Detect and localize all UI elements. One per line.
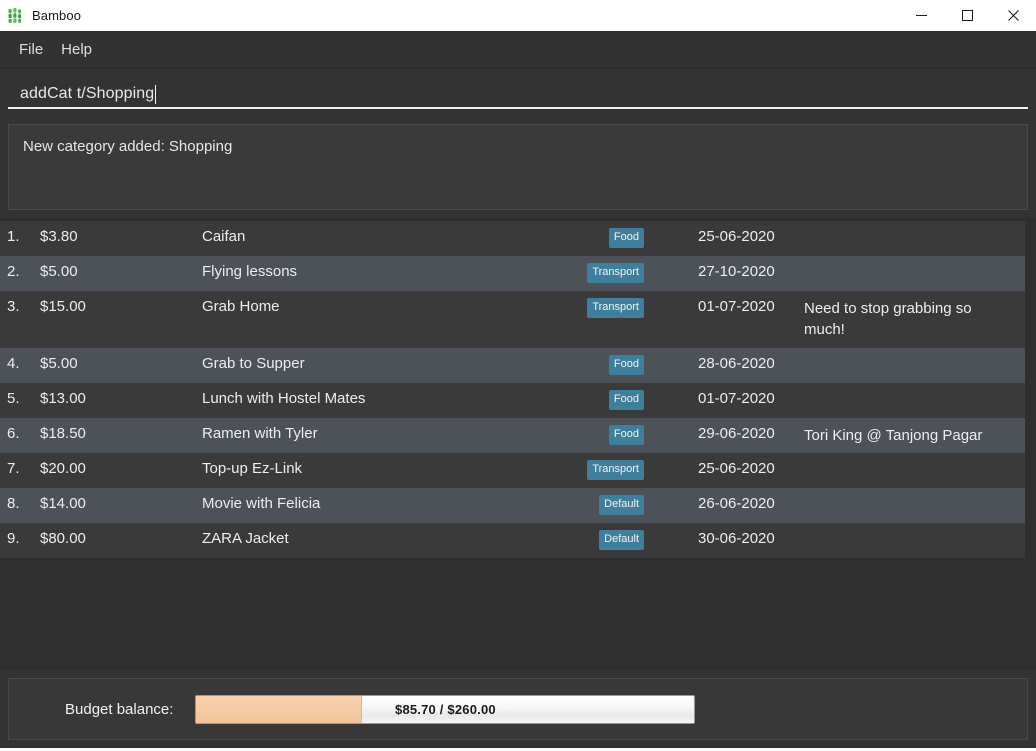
category-tag: Default: [599, 529, 644, 550]
category-tag: Food: [608, 389, 644, 410]
expense-amount: $3.80: [40, 228, 78, 245]
maximize-icon: [961, 10, 973, 21]
result-display-area: New category added: Shopping: [0, 114, 1036, 218]
menubar: File Help: [0, 31, 1036, 69]
titlebar-left-group: Bamboo: [0, 7, 81, 25]
expense-amount: $20.00: [40, 459, 86, 477]
expense-index: 9.: [7, 529, 20, 547]
expense-tag-cell: Transport: [584, 263, 644, 283]
budget-progress-bar: $85.70 / $260.00: [195, 694, 696, 724]
table-row[interactable]: 3. $15.00 Grab Home Transport 01-07-2020 Need…: [0, 291, 1025, 348]
expense-description: Ramen with Tyler: [202, 424, 318, 442]
expense-index: 6.: [7, 424, 20, 442]
expense-description: ZARA Jacket: [202, 529, 289, 547]
expense-tag-cell: Default: [584, 494, 644, 515]
expense-tag-cell: Transport: [584, 459, 644, 480]
category-tag: Transport: [587, 263, 644, 283]
minimize-icon: [915, 15, 927, 16]
expense-list[interactable]: 1. $3.80 Caifan Food 25-06-2020 2. $5.00 Flying…: [0, 221, 1036, 666]
category-tag: Food: [608, 228, 644, 248]
menu-item-file[interactable]: File: [10, 37, 52, 62]
budget-balance-label: Budget balance:: [65, 700, 174, 718]
expense-tag-cell: Food: [584, 424, 644, 445]
category-tag: Default: [599, 494, 644, 515]
expense-index: 5.: [7, 389, 20, 407]
budget-footer: Budget balance: $85.70 / $260.00: [0, 670, 1036, 748]
table-row[interactable]: 6. $18.50 Ramen with Tyler Food 29-06-2020 To…: [0, 417, 1025, 453]
result-display-box: New category added: Shopping: [8, 124, 1028, 210]
table-row[interactable]: 4. $5.00 Grab to Supper Food 28-06-2020: [0, 347, 1025, 383]
expense-description: Grab Home: [202, 298, 280, 315]
table-row[interactable]: 1. $3.80 Caifan Food 25-06-2020: [0, 221, 1025, 256]
expense-description: Lunch with Hostel Mates: [202, 389, 366, 407]
expense-index: 2.: [7, 263, 20, 280]
result-message: New category added: Shopping: [23, 138, 233, 155]
command-input-value: addCat t/Shopping: [20, 85, 155, 102]
category-tag: Transport: [587, 298, 644, 318]
expense-date: 26-06-2020: [698, 494, 775, 512]
expense-amount: $18.50: [40, 424, 86, 442]
expense-date: 01-07-2020: [698, 389, 775, 407]
expense-index: 4.: [7, 354, 20, 372]
command-input-area: addCat t/Shopping: [0, 69, 1036, 114]
window-controls: [898, 0, 1036, 31]
expense-tag-cell: Food: [584, 354, 644, 375]
maximize-button[interactable]: [944, 0, 990, 31]
expense-amount: $5.00: [40, 354, 78, 372]
command-input[interactable]: addCat t/Shopping: [8, 81, 1028, 109]
expense-tag-cell: Food: [584, 228, 644, 248]
table-row[interactable]: 2. $5.00 Flying lessons Transport 27-10-2020: [0, 256, 1025, 291]
expense-description: Flying lessons: [202, 263, 298, 280]
table-row[interactable]: 9. $80.00 ZARA Jacket Default 30-06-2020: [0, 522, 1025, 558]
expense-index: 7.: [7, 459, 20, 477]
category-tag: Transport: [587, 459, 644, 480]
expense-description: Movie with Felicia: [202, 494, 321, 512]
expense-amount: $5.00: [40, 263, 78, 280]
expense-remark: Need to stop grabbing so much!: [804, 300, 972, 339]
expense-description: Caifan: [202, 228, 246, 245]
budget-progress-text: $85.70 / $260.00: [395, 701, 496, 717]
expense-tag-cell: Transport: [584, 298, 644, 318]
expense-date: 29-06-2020: [698, 424, 775, 442]
expense-tag-cell: Default: [584, 529, 644, 550]
expense-date: 01-07-2020: [698, 298, 775, 315]
expense-amount: $15.00: [40, 298, 86, 315]
expense-date: 28-06-2020: [698, 354, 775, 372]
category-tag: Food: [608, 424, 644, 445]
window-title: Bamboo: [32, 8, 82, 23]
category-tag: Food: [608, 354, 644, 375]
expense-amount: $80.00: [40, 529, 86, 547]
expense-amount: $13.00: [40, 389, 86, 407]
expense-amount: $14.00: [40, 494, 86, 512]
table-row[interactable]: 7. $20.00 Top-up Ez-Link Transport 25-06-202…: [0, 452, 1025, 488]
budget-panel: Budget balance: $85.70 / $260.00: [8, 678, 1028, 740]
expense-description: Top-up Ez-Link: [202, 459, 303, 477]
close-icon: [1007, 10, 1019, 21]
expense-index: 8.: [7, 494, 20, 512]
table-row[interactable]: 5. $13.00 Lunch with Hostel Mates Food 01-07…: [0, 382, 1025, 418]
expense-remark: Tori King @ Tanjong Pagar: [804, 426, 983, 444]
expense-index: 1.: [7, 228, 20, 245]
expense-date: 25-06-2020: [698, 228, 775, 245]
text-caret: [155, 84, 157, 104]
expense-date: 30-06-2020: [698, 529, 775, 547]
expense-date: 27-10-2020: [698, 263, 775, 280]
expense-index: 3.: [7, 298, 20, 315]
bamboo-icon: [6, 7, 24, 25]
window-titlebar: Bamboo: [0, 0, 1036, 31]
expense-tag-cell: Food: [584, 389, 644, 410]
expense-description: Grab to Supper: [202, 354, 305, 372]
close-button[interactable]: [990, 0, 1036, 31]
minimize-button[interactable]: [898, 0, 944, 31]
expense-date: 25-06-2020: [698, 459, 775, 477]
table-row[interactable]: 8. $14.00 Movie with Felicia Default 26-06-2…: [0, 487, 1025, 523]
menu-item-help[interactable]: Help: [52, 37, 101, 62]
expense-list-inner: 1. $3.80 Caifan Food 25-06-2020 2. $5.00 Flying…: [0, 221, 1025, 558]
